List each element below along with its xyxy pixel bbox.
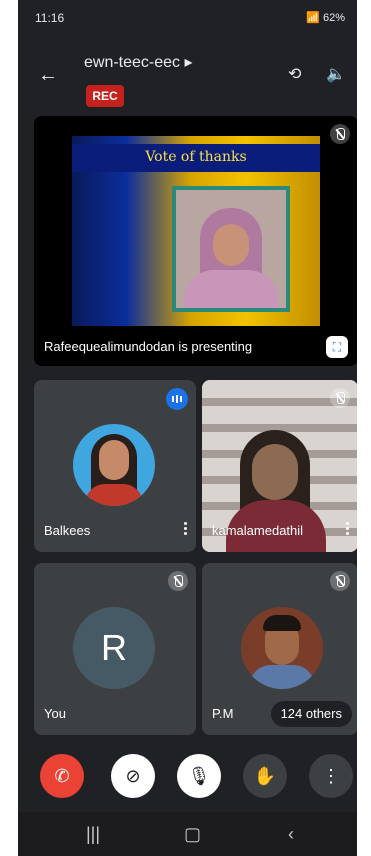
status-bar: 11:16 📶 62% (18, 0, 357, 36)
home-icon[interactable]: ▢ (184, 824, 201, 845)
call-controls: ✆ ⊘ 🎙 ✋ ⋮ (18, 748, 357, 804)
slide-photo (172, 186, 290, 312)
switch-camera-icon[interactable]: ⟲ (288, 64, 301, 84)
participant-tile-you[interactable]: R You (34, 563, 196, 735)
signal-icon: 📶 (306, 12, 320, 24)
mic-off-icon (168, 571, 188, 591)
presenter-label: Rafeequealimundodan is presenting (44, 339, 253, 354)
raise-hand-button[interactable]: ✋ (243, 754, 287, 798)
rec-badge: REC (86, 85, 124, 107)
status-time: 11:16 (35, 11, 65, 25)
avatar (241, 607, 323, 689)
participant-name: P.M (212, 706, 234, 721)
system-nav-bar: ||| ▢ ‹ (18, 812, 357, 856)
speaking-indicator-icon (166, 388, 188, 410)
participant-tile-pm[interactable]: P.M 124 others (202, 563, 357, 735)
back-arrow-icon[interactable]: ← (38, 64, 58, 87)
avatar (73, 424, 155, 506)
mic-off-icon (330, 388, 350, 408)
meet-screen: 11:16 📶 62% ← ewn-teec-eec ▸ REC ⟲ 🔈 Vot… (18, 0, 357, 856)
mic-off-icon (330, 124, 350, 144)
avatar: R (73, 607, 155, 689)
others-count-chip[interactable]: 124 others (270, 701, 352, 727)
more-options-icon[interactable] (344, 522, 350, 538)
speaker-icon[interactable]: 🔈 (326, 64, 346, 84)
slide-title: Vote of thanks (145, 149, 247, 165)
more-options-button[interactable]: ⋮ (309, 754, 353, 798)
end-call-button[interactable]: ✆ (40, 754, 84, 798)
participant-name: Balkees (44, 523, 91, 538)
fullscreen-icon[interactable]: ⛶ (326, 336, 348, 358)
status-icons: 📶 62% (306, 11, 345, 24)
presentation-tile[interactable]: Vote of thanks Rafeequealimundodan is pr… (34, 116, 357, 366)
meeting-header: ← ewn-teec-eec ▸ REC ⟲ 🔈 (18, 38, 357, 110)
battery-level: 62% (322, 12, 345, 24)
recent-apps-icon[interactable]: ||| (86, 824, 100, 845)
mic-off-button[interactable]: 🎙 (177, 754, 221, 798)
back-nav-icon[interactable]: ‹ (288, 824, 294, 845)
mic-off-icon (330, 571, 350, 591)
camera-off-button[interactable]: ⊘ (111, 754, 155, 798)
meeting-title[interactable]: ewn-teec-eec ▸ (84, 52, 193, 72)
participant-name: You (44, 706, 66, 721)
participant-tile-kamalamedathil[interactable]: kamalamedathil (202, 380, 357, 552)
participant-name: kamalamedathil (212, 523, 304, 538)
shared-slide: Vote of thanks (72, 136, 320, 326)
more-options-icon[interactable] (182, 522, 188, 538)
participant-tile-balkees[interactable]: Balkees (34, 380, 196, 552)
